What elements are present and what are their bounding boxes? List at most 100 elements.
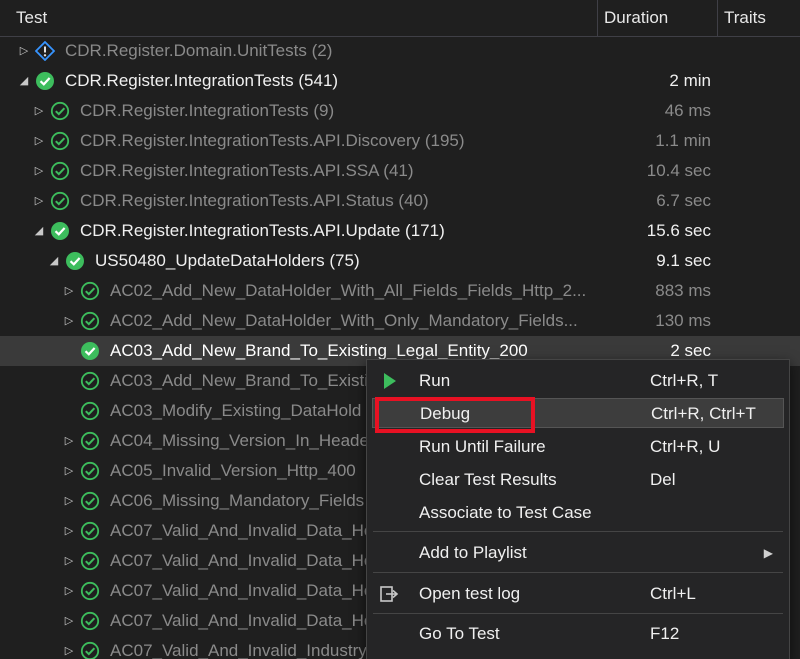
test-name: AC07_Valid_And_Invalid_Data_Ho	[110, 551, 374, 570]
tree-row[interactable]: ◢ CDR.Register.IntegrationTests.API.Updat…	[0, 216, 800, 246]
column-test-header[interactable]: Test	[0, 0, 597, 36]
passed-check-icon	[66, 252, 84, 270]
debug-highlight-box	[375, 397, 535, 433]
menu-item-go-to-test[interactable]: Go To Test F12	[367, 619, 787, 649]
menu-item-associate-label: Associate to Test Case	[419, 503, 592, 522]
test-name: CDR.Register.IntegrationTests (541)	[65, 71, 339, 90]
test-name: US50480_UpdateDataHolders (75)	[95, 251, 360, 270]
open-log-icon	[380, 586, 399, 602]
test-name: CDR.Register.Domain.UnitTests (2)	[65, 41, 333, 60]
menu-separator	[373, 572, 783, 573]
tree-row[interactable]: ▷ CDR.Register.IntegrationTests.API.Statu…	[0, 186, 800, 216]
menu-item-clear-results-shortcut: Del	[650, 470, 676, 489]
tree-row[interactable]: ◢ US50480_UpdateDataHolders (75) 9.1 sec	[0, 246, 800, 276]
passed-check-icon	[80, 491, 100, 511]
menu-item-clear-results[interactable]: Clear Test Results Del	[367, 465, 787, 495]
test-name: CDR.Register.IntegrationTests.API.SSA (4…	[80, 161, 414, 180]
expand-arrow-icon[interactable]: ▷	[63, 426, 75, 456]
menu-item-run[interactable]: Run Ctrl+R, T	[367, 366, 787, 396]
passed-check-icon	[36, 72, 54, 90]
passed-check-icon	[81, 342, 99, 360]
menu-item-add-to-playlist[interactable]: Add to Playlist ▶	[367, 538, 787, 568]
expand-arrow-icon[interactable]: ▷	[18, 36, 30, 66]
expand-arrow-icon[interactable]: ▷	[63, 276, 75, 306]
expand-arrow-icon[interactable]: ▷	[63, 516, 75, 546]
passed-check-icon	[50, 191, 70, 211]
test-duration: 883 ms	[655, 281, 711, 300]
expand-arrow-icon[interactable]: ▷	[63, 486, 75, 516]
test-name: AC02_Add_New_DataHolder_With_All_Fields_…	[110, 281, 585, 300]
menu-item-go-to-test-shortcut: F12	[650, 624, 680, 643]
test-name: CDR.Register.IntegrationTests.API.Discov…	[80, 131, 465, 150]
expand-arrow-icon[interactable]: ▷	[63, 306, 75, 336]
menu-item-run-shortcut: Ctrl+R, T	[650, 371, 719, 390]
test-name: CDR.Register.IntegrationTests (9)	[80, 101, 335, 120]
tree-row[interactable]: ▷ AC02_Add_New_DataHolder_With_Only_Manda…	[0, 306, 800, 336]
expand-arrow-icon[interactable]: ▷	[33, 156, 45, 186]
test-duration: 9.1 sec	[656, 251, 711, 270]
expand-arrow-icon[interactable]: ▷	[63, 576, 75, 606]
menu-item-go-to-test-label: Go To Test	[419, 624, 500, 643]
column-header: Test Duration Traits	[0, 0, 800, 37]
tree-row[interactable]: ▷ AC02_Add_New_DataHolder_With_All_Fields…	[0, 276, 800, 306]
test-duration: 15.6 sec	[646, 221, 711, 240]
collapse-arrow-icon[interactable]: ◢	[33, 216, 45, 246]
passed-check-icon	[80, 581, 100, 601]
menu-item-open-test-log[interactable]: Open test log Ctrl+L	[367, 579, 787, 609]
passed-check-icon	[80, 311, 100, 331]
tree-row[interactable]: ▷ CDR.Register.IntegrationTests (9) 46 ms	[0, 96, 800, 126]
info-diamond-icon	[35, 41, 55, 61]
test-name: AC07_Valid_And_Invalid_Data_Ho	[110, 521, 374, 540]
test-name: CDR.Register.IntegrationTests.API.Status…	[80, 191, 429, 210]
menu-item-run-until-failure-label: Run Until Failure	[419, 437, 546, 456]
menu-item-debug-shortcut: Ctrl+R, Ctrl+T	[651, 404, 756, 423]
test-name: AC02_Add_New_DataHolder_With_Only_Mandat…	[110, 311, 578, 330]
test-name: AC07_Valid_And_Invalid_Data_Ho	[110, 611, 374, 630]
expand-arrow-icon[interactable]: ▷	[33, 186, 45, 216]
passed-check-icon	[80, 281, 100, 301]
expand-arrow-icon[interactable]: ▷	[33, 126, 45, 156]
menu-item-open-test-log-shortcut: Ctrl+L	[650, 584, 696, 603]
passed-check-icon	[80, 401, 100, 421]
context-menu: Run Ctrl+R, T Debug Ctrl+R, Ctrl+T Run U…	[366, 359, 790, 659]
test-name: CDR.Register.IntegrationTests.API.Update…	[80, 221, 445, 240]
passed-check-icon	[80, 551, 100, 571]
test-name: AC07_Valid_And_Invalid_Data_Ho	[110, 581, 374, 600]
collapse-arrow-icon[interactable]: ◢	[18, 66, 30, 96]
expand-arrow-icon[interactable]: ▷	[63, 456, 75, 486]
menu-item-run-until-failure[interactable]: Run Until Failure Ctrl+R, U	[367, 432, 787, 462]
expand-arrow-icon[interactable]: ▷	[63, 636, 75, 659]
test-duration: 130 ms	[655, 311, 711, 330]
column-duration-header[interactable]: Duration	[597, 0, 717, 36]
expand-arrow-icon[interactable]: ▷	[63, 546, 75, 576]
menu-separator	[373, 531, 783, 532]
test-name: AC07_Valid_And_Invalid_Industry (4)	[110, 641, 393, 659]
tree-row[interactable]: ◢ CDR.Register.IntegrationTests (541) 2 mi…	[0, 66, 800, 96]
tree-row[interactable]: ▷ CDR.Register.Domain.UnitTests (2)	[0, 36, 800, 66]
test-duration: 10.4 sec	[646, 161, 711, 180]
passed-check-icon	[50, 161, 70, 181]
tree-row[interactable]: ▷ CDR.Register.IntegrationTests.API.Disco…	[0, 126, 800, 156]
passed-check-icon	[80, 371, 100, 391]
column-traits-header[interactable]: Traits	[717, 0, 800, 36]
test-name: AC05_Invalid_Version_Http_400	[110, 461, 356, 480]
expand-arrow-icon[interactable]: ▷	[63, 606, 75, 636]
passed-check-icon	[50, 101, 70, 121]
passed-check-icon	[80, 521, 100, 541]
menu-item-open-test-log-label: Open test log	[419, 584, 521, 603]
test-duration: 1.1 min	[655, 131, 711, 150]
expand-arrow-icon[interactable]: ▷	[33, 96, 45, 126]
test-name: AC03_Add_New_Brand_To_Existin	[110, 371, 378, 390]
play-icon	[384, 373, 396, 389]
collapse-arrow-icon[interactable]: ◢	[48, 246, 60, 276]
test-name: AC03_Modify_Existing_DataHold	[110, 401, 362, 420]
passed-check-icon	[50, 131, 70, 151]
menu-item-run-until-failure-shortcut: Ctrl+R, U	[650, 437, 721, 456]
menu-item-add-to-playlist-label: Add to Playlist	[419, 543, 527, 562]
passed-check-icon	[80, 431, 100, 451]
test-explorer: Test Duration Traits ▷ CDR.Register.Domai…	[0, 0, 800, 659]
passed-check-icon	[80, 611, 100, 631]
tree-row[interactable]: ▷ CDR.Register.IntegrationTests.API.SSA (…	[0, 156, 800, 186]
menu-item-associate[interactable]: Associate to Test Case	[367, 498, 787, 528]
passed-check-icon	[80, 641, 100, 659]
